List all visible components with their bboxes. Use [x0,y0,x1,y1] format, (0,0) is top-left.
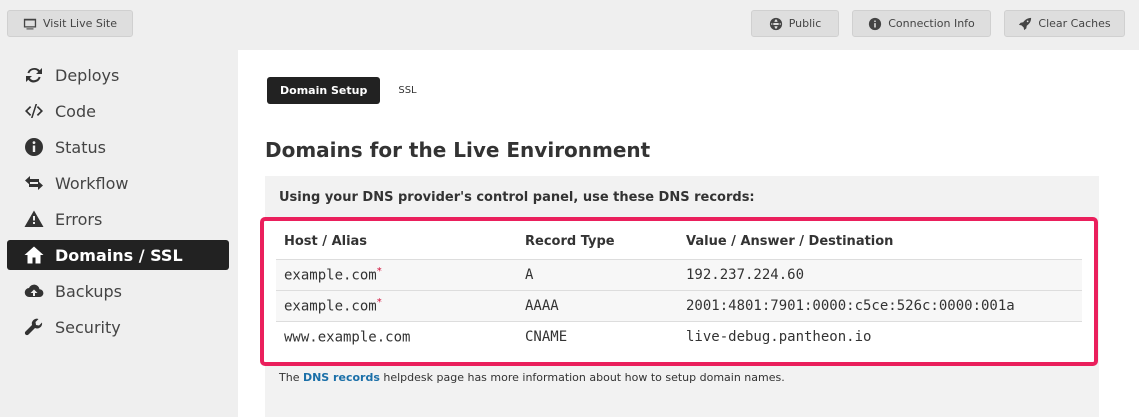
public-label: Public [788,17,822,30]
rocket-icon [1019,17,1032,30]
host-cell[interactable]: www.example.com [276,321,517,352]
globe-icon [769,17,782,30]
cloud-upload-icon [24,281,44,301]
refresh-icon [24,65,44,85]
sidebar-item-domains-ssl[interactable]: Domains / SSL [7,240,229,270]
sidebar-item-label: Status [55,137,106,157]
required-marker: * [376,265,382,277]
sidebar-item-label: Code [55,101,96,121]
table-row: www.example.com CNAME live-debug.pantheo… [276,321,1082,352]
record-type-cell[interactable]: A [517,259,678,291]
sidebar-item-label: Security [55,317,121,337]
dns-intro-text: Using your DNS provider's control panel,… [279,190,755,205]
host-value: www.example.com [284,329,411,346]
page-title: Domains for the Live Environment [265,138,651,162]
dns-records-table: Host / Alias Record Type Value / Answer … [276,225,1082,352]
sidebar-item-security[interactable]: Security [7,312,229,342]
home-icon [24,245,44,265]
visit-live-site-label: Visit Live Site [42,17,117,30]
value-cell[interactable]: 2001:4801:7901:0000:c5ce:526c:0000:001a [678,290,1082,322]
code-icon [24,101,44,121]
arrows-icon [24,173,44,193]
sidebar-item-code[interactable]: Code [7,96,229,126]
dns-records-panel: Using your DNS provider's control panel,… [260,176,1099,417]
value-cell[interactable]: live-debug.pantheon.io [678,321,1082,352]
sidebar-item-backups[interactable]: Backups [7,276,229,306]
wrench-icon [24,317,44,337]
sidebar-item-label: Backups [55,281,122,301]
note-suffix: helpdesk page has more information about… [383,371,785,384]
host-cell[interactable]: example.com* [276,259,517,291]
sidebar-nav: Deploys Code Status Workflow Errors Doma… [7,60,229,348]
host-value: example.com [284,298,377,315]
window-icon [23,18,37,29]
table-row: example.com* AAAA 2001:4801:7901:0000:c5… [276,290,1082,322]
record-type-cell[interactable]: CNAME [517,321,678,352]
host-cell[interactable]: example.com* [276,290,517,322]
dns-help-note: The DNS records helpdesk page has more i… [279,371,785,384]
main-content: Domain Setup SSL Domains for the Live En… [238,50,1139,417]
sidebar-item-label: Errors [55,209,103,229]
sidebar-item-errors[interactable]: Errors [7,204,229,234]
info-icon [24,137,44,157]
connection-info-label: Connection Info [888,17,975,30]
sidebar-item-label: Workflow [55,173,129,193]
public-button[interactable]: Public [751,10,839,37]
sidebar-item-label: Deploys [55,65,120,85]
tab-ssl[interactable]: SSL [385,77,429,104]
sidebar-item-status[interactable]: Status [7,132,229,162]
table-row: example.com* A 192.237.224.60 [276,259,1082,291]
column-header-host: Host / Alias [276,225,517,260]
connection-info-button[interactable]: Connection Info [852,10,991,37]
info-circle-icon [869,17,882,30]
table-header-row: Host / Alias Record Type Value / Answer … [276,225,1082,260]
dns-records-highlight: Host / Alias Record Type Value / Answer … [260,217,1098,366]
clear-caches-button[interactable]: Clear Caches [1004,10,1125,37]
dns-records-link[interactable]: DNS records [303,371,380,384]
record-type-cell[interactable]: AAAA [517,290,678,322]
tab-domain-setup[interactable]: Domain Setup [267,77,381,104]
sidebar-item-deploys[interactable]: Deploys [7,60,229,90]
note-prefix: The [279,371,300,384]
warning-icon [24,209,44,229]
column-header-value: Value / Answer / Destination [678,225,1082,260]
sidebar-item-workflow[interactable]: Workflow [7,168,229,198]
domain-tabs: Domain Setup SSL [267,77,430,104]
clear-caches-label: Clear Caches [1038,17,1111,30]
sidebar-item-label: Domains / SSL [55,245,183,265]
host-value: example.com [284,267,377,284]
column-header-record-type: Record Type [517,225,678,260]
visit-live-site-button[interactable]: Visit Live Site [7,10,133,37]
required-marker: * [376,296,382,308]
value-cell[interactable]: 192.237.224.60 [678,259,1082,291]
